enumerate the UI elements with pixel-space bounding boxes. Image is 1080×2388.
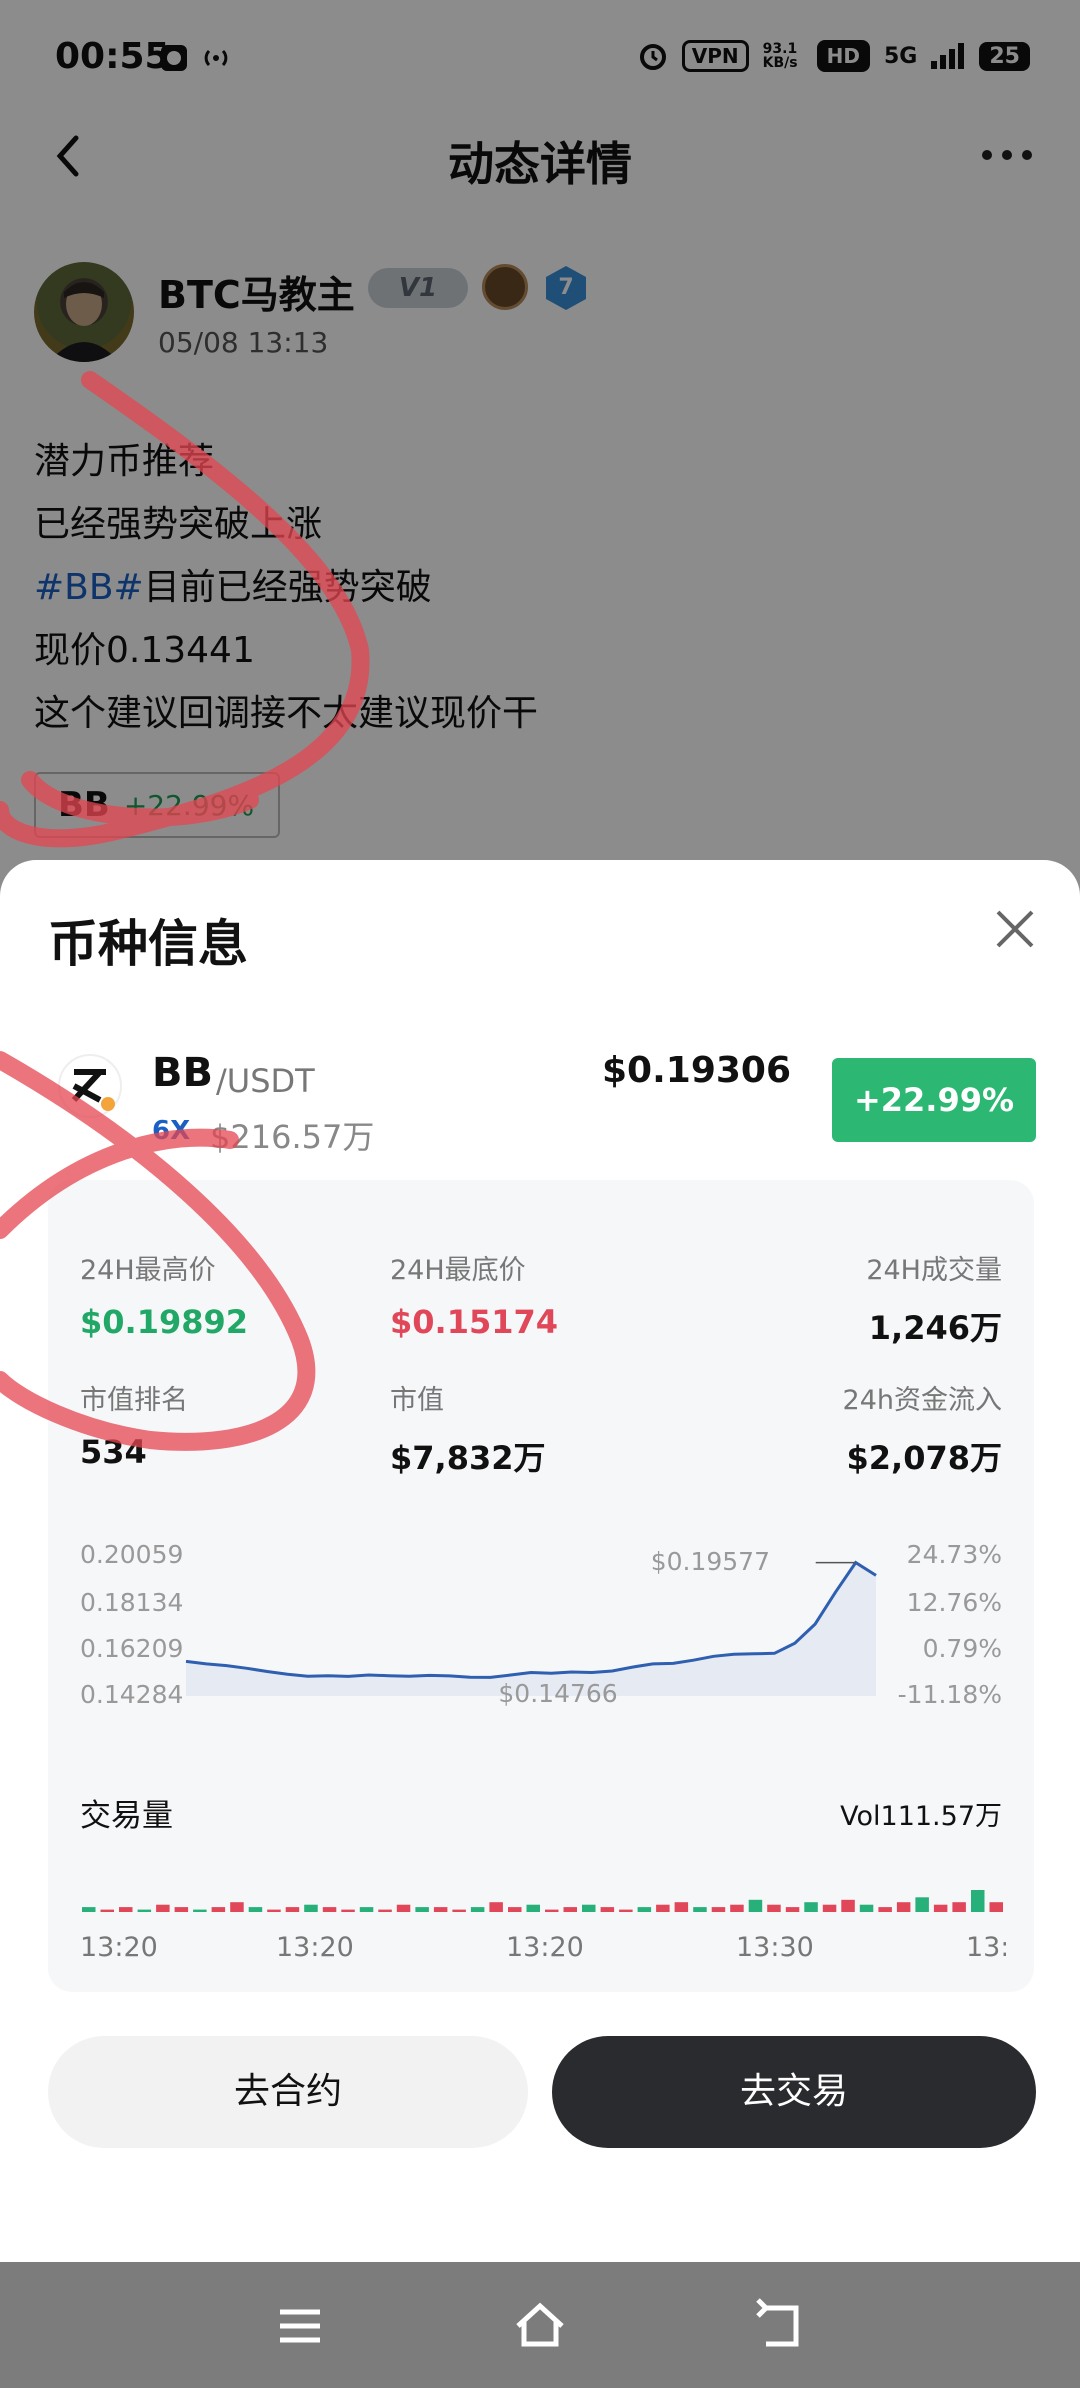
volume-bar bbox=[637, 1907, 652, 1912]
home-icon[interactable] bbox=[512, 2298, 568, 2354]
stat-market-rank: 市值排名 534 bbox=[80, 1378, 188, 1471]
annotation-low: $0.14766 bbox=[498, 1679, 618, 1709]
system-nav-bar bbox=[0, 2262, 1080, 2388]
x-tick: 13:20 bbox=[506, 1932, 584, 1963]
volume-bar bbox=[674, 1902, 689, 1912]
stat-label: 24H最底价 bbox=[390, 1255, 526, 1286]
stat-label: 24H最高价 bbox=[80, 1255, 216, 1286]
stat-label: 24H成交量 bbox=[866, 1255, 1002, 1286]
stat-value: $0.15174 bbox=[390, 1303, 559, 1341]
annotation-high: $0.19577 bbox=[650, 1546, 770, 1576]
volume-bar bbox=[341, 1909, 355, 1912]
volume-bar bbox=[470, 1907, 485, 1912]
volume-bar bbox=[582, 1904, 596, 1912]
volume-bar bbox=[304, 1904, 318, 1912]
stat-capital-inflow: 24h资金流入 $2,078万 bbox=[843, 1378, 1002, 1479]
volume-bar bbox=[748, 1899, 763, 1912]
price-area bbox=[186, 1562, 876, 1696]
stat-market-cap: 市值 $7,832万 bbox=[390, 1378, 546, 1479]
stat-label: 市值排名 bbox=[80, 1385, 188, 1416]
volume-title: 交易量 bbox=[80, 1798, 173, 1834]
volume-bar bbox=[211, 1907, 226, 1912]
volume-bar bbox=[378, 1909, 392, 1912]
volume-bar bbox=[767, 1904, 781, 1912]
volume-bar bbox=[508, 1907, 522, 1912]
volume-bar bbox=[804, 1902, 818, 1912]
volume-bar bbox=[693, 1907, 707, 1912]
volume-bar bbox=[137, 1909, 152, 1912]
time-axis: 13:20 13:20 13:20 13:30 13: bbox=[80, 1932, 1006, 1966]
volume-bar bbox=[322, 1907, 337, 1912]
stat-label: 24h资金流入 bbox=[842, 1385, 1002, 1416]
volume-bar bbox=[285, 1907, 300, 1912]
coin-logo-icon bbox=[58, 1054, 122, 1118]
volume-bar bbox=[193, 1909, 207, 1912]
back-nav-icon[interactable] bbox=[752, 2298, 808, 2354]
stat-value: 534 bbox=[80, 1433, 147, 1471]
stat-value: $7,832万 bbox=[390, 1439, 546, 1477]
volume-bar bbox=[896, 1902, 911, 1912]
volume-bar bbox=[859, 1904, 874, 1912]
coin-volume: $216.57万 bbox=[210, 1118, 375, 1156]
menu-icon[interactable] bbox=[272, 2298, 328, 2354]
volume-total: Vol111.57万 bbox=[840, 1801, 1002, 1832]
volume-bar bbox=[952, 1902, 966, 1912]
stats-card: 24H最高价 $0.19892 24H最底价 $0.15174 24H成交量 1… bbox=[48, 1180, 1034, 1992]
volume-bar bbox=[656, 1904, 670, 1912]
volume-bar bbox=[711, 1907, 726, 1912]
coin-info-sheet: 币种信息 BB /USDT 6X $216.57万 $0.19306 +22.9… bbox=[0, 860, 1080, 2262]
volume-bar bbox=[100, 1909, 114, 1912]
price-chart[interactable]: 0.20059 0.18134 0.16209 0.14284 24.73% 1… bbox=[76, 1540, 1006, 1730]
volume-bar bbox=[489, 1902, 503, 1912]
volume-bars-svg bbox=[82, 1890, 1003, 1912]
price-change-badge[interactable]: +22.99% bbox=[832, 1058, 1036, 1142]
volume-bar bbox=[971, 1890, 985, 1912]
close-icon[interactable] bbox=[994, 908, 1036, 950]
coin-symbol: BB bbox=[152, 1050, 213, 1096]
go-trade-button[interactable]: 去交易 bbox=[552, 2036, 1036, 2148]
volume-bar bbox=[267, 1909, 281, 1912]
volume-bar bbox=[619, 1909, 633, 1912]
volume-bar bbox=[878, 1907, 892, 1912]
stat-label: 市值 bbox=[390, 1385, 444, 1416]
volume-bar bbox=[119, 1907, 133, 1912]
volume-bar bbox=[915, 1897, 929, 1912]
stat-value: $2,078万 bbox=[846, 1439, 1003, 1477]
volume-bar bbox=[989, 1902, 1003, 1912]
volume-bar bbox=[359, 1907, 374, 1912]
volume-bar bbox=[600, 1907, 615, 1912]
stat-24h-high: 24H最高价 $0.19892 bbox=[80, 1248, 248, 1341]
volume-bar bbox=[230, 1902, 244, 1912]
go-contract-button[interactable]: 去合约 bbox=[48, 2036, 528, 2148]
volume-bar bbox=[396, 1904, 411, 1912]
volume-bar bbox=[841, 1899, 855, 1912]
volume-bar bbox=[82, 1907, 96, 1912]
volume-bar bbox=[415, 1907, 429, 1912]
coin-pair: /USDT bbox=[216, 1062, 315, 1100]
leverage-badge: 6X bbox=[152, 1116, 191, 1146]
volume-bar bbox=[730, 1904, 744, 1912]
volume-bar bbox=[433, 1907, 448, 1912]
coin-price: $0.19306 bbox=[602, 1050, 792, 1091]
volume-bar bbox=[822, 1904, 837, 1912]
x-tick: 13:30 bbox=[736, 1932, 814, 1963]
volume-bar bbox=[156, 1904, 170, 1912]
volume-bar bbox=[526, 1904, 540, 1912]
volume-bar bbox=[933, 1904, 948, 1912]
volume-bar bbox=[452, 1909, 466, 1912]
stat-24h-volume: 24H成交量 1,246万 bbox=[866, 1248, 1002, 1349]
volume-bar bbox=[174, 1907, 189, 1912]
volume-bar bbox=[563, 1907, 577, 1912]
x-tick: 13: bbox=[966, 1932, 1006, 1963]
sheet-title: 币种信息 bbox=[48, 915, 248, 973]
x-tick: 13:20 bbox=[276, 1932, 354, 1963]
volume-bar bbox=[785, 1907, 800, 1912]
stat-value: $0.19892 bbox=[80, 1303, 249, 1341]
stat-value: 1,246万 bbox=[868, 1309, 1002, 1347]
volume-bar bbox=[545, 1909, 559, 1912]
volume-bar bbox=[248, 1907, 263, 1912]
stat-24h-low: 24H最底价 $0.15174 bbox=[390, 1248, 558, 1341]
x-tick: 13:20 bbox=[80, 1932, 158, 1963]
